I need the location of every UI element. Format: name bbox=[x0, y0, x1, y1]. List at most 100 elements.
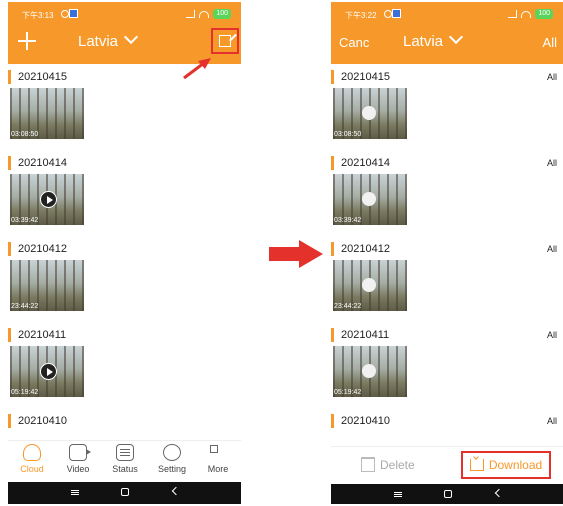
thumbnail-duration: 03:39:42 bbox=[334, 217, 362, 224]
select-checkbox[interactable] bbox=[362, 192, 376, 206]
chevron-down-icon bbox=[448, 29, 464, 45]
status-time: 下午3:22 bbox=[345, 11, 377, 20]
list-item[interactable]: 20210415 03:08:50 bbox=[8, 64, 241, 150]
battery-icon: 100 bbox=[535, 9, 553, 19]
select-all-button[interactable]: All bbox=[543, 35, 557, 50]
download-icon bbox=[469, 459, 484, 471]
nav-row: Canc Latvia All bbox=[331, 29, 563, 60]
download-button[interactable]: Download bbox=[461, 451, 551, 479]
video-thumbnail[interactable]: 05:19:42 bbox=[10, 346, 84, 397]
app-notification-icon bbox=[69, 9, 78, 18]
location-selector[interactable]: Latvia bbox=[78, 29, 139, 50]
video-thumbnail[interactable]: 03:08:50 bbox=[333, 88, 407, 139]
tab-label: More bbox=[207, 464, 229, 474]
tab-setting[interactable]: Setting bbox=[152, 444, 192, 474]
tab-label: Video bbox=[66, 464, 90, 474]
location-selector[interactable]: Latvia bbox=[403, 29, 464, 50]
tab-video[interactable]: Video bbox=[58, 444, 98, 474]
list-item[interactable]: 20210411 All 05:19:42 bbox=[331, 322, 563, 408]
thumbnail-duration: 03:39:42 bbox=[11, 217, 39, 224]
location-label: Latvia bbox=[78, 33, 119, 50]
list-item[interactable]: 20210412 23:44:22 bbox=[8, 236, 241, 322]
status-bar: 下午3:13 100 bbox=[8, 2, 241, 24]
video-thumbnail[interactable]: 03:39:42 bbox=[333, 174, 407, 225]
recording-date: 20210410 bbox=[8, 414, 67, 428]
top-bar: 下午3:13 100 Latvia bbox=[8, 2, 241, 64]
signal-icon bbox=[508, 10, 518, 18]
delete-button[interactable]: Delete bbox=[361, 457, 415, 472]
select-all-day-button[interactable]: All bbox=[547, 416, 557, 426]
recording-date: 20210411 bbox=[331, 328, 389, 342]
tab-more[interactable]: More bbox=[198, 444, 238, 474]
setting-icon bbox=[163, 444, 181, 461]
delete-label: Delete bbox=[380, 457, 415, 472]
list-item[interactable]: 20210415 All 03:08:50 bbox=[331, 64, 563, 150]
location-label: Latvia bbox=[403, 33, 444, 50]
trash-icon bbox=[361, 457, 375, 472]
menu-icon[interactable] bbox=[71, 490, 79, 491]
select-checkbox[interactable] bbox=[362, 106, 376, 120]
arrow-right-icon bbox=[269, 240, 323, 268]
system-nav-bar bbox=[331, 484, 563, 504]
recording-date: 20210414 bbox=[8, 156, 67, 170]
video-thumbnail[interactable]: 03:39:42 bbox=[10, 174, 84, 225]
select-all-day-button[interactable]: All bbox=[547, 244, 557, 254]
wifi-icon bbox=[521, 10, 532, 18]
recording-date: 20210412 bbox=[8, 242, 67, 256]
tab-label: Status bbox=[112, 464, 138, 474]
left-phone-screen: 下午3:13 100 Latvia 20210415 03:08:50 2021… bbox=[8, 2, 241, 504]
play-icon[interactable] bbox=[40, 191, 57, 208]
select-checkbox[interactable] bbox=[362, 364, 376, 378]
chevron-down-icon bbox=[123, 29, 139, 45]
status-time: 下午3:13 bbox=[22, 11, 54, 20]
top-bar: 下午3:22 100 Canc Latvia All bbox=[331, 2, 563, 64]
system-nav-bar bbox=[8, 482, 241, 504]
home-icon[interactable] bbox=[121, 488, 129, 496]
back-icon[interactable] bbox=[171, 486, 181, 496]
recording-date: 20210411 bbox=[8, 328, 66, 342]
back-icon[interactable] bbox=[494, 488, 504, 498]
tab-label: Setting bbox=[157, 464, 187, 474]
select-all-day-button[interactable]: All bbox=[547, 72, 557, 82]
alarm-icon bbox=[61, 10, 69, 18]
thumbnail-duration: 03:08:50 bbox=[11, 131, 39, 138]
play-icon[interactable] bbox=[40, 363, 57, 380]
status-icon bbox=[116, 444, 134, 461]
thumbnail-duration: 23:44:22 bbox=[334, 303, 362, 310]
add-device-button[interactable] bbox=[16, 30, 38, 52]
app-notification-icon bbox=[392, 9, 401, 18]
video-thumbnail[interactable]: 03:08:50 bbox=[10, 88, 84, 139]
tab-status[interactable]: Status bbox=[105, 444, 145, 474]
video-thumbnail[interactable]: 23:44:22 bbox=[333, 260, 407, 311]
recording-date: 20210415 bbox=[331, 70, 390, 84]
list-item[interactable]: 20210412 All 23:44:22 bbox=[331, 236, 563, 322]
home-icon[interactable] bbox=[444, 490, 452, 498]
signal-icon bbox=[186, 10, 196, 18]
select-checkbox[interactable] bbox=[362, 278, 376, 292]
status-bar: 下午3:22 100 bbox=[331, 2, 563, 24]
tab-cloud[interactable]: Cloud bbox=[12, 444, 52, 474]
edit-icon bbox=[219, 35, 231, 47]
bottom-tab-bar: Cloud Video Status Setting More bbox=[8, 440, 241, 483]
cancel-button[interactable]: Canc bbox=[339, 35, 369, 50]
select-all-day-button[interactable]: All bbox=[547, 158, 557, 168]
thumbnail-duration: 05:19:42 bbox=[334, 389, 362, 396]
edit-button[interactable] bbox=[211, 28, 239, 54]
list-item[interactable]: 20210414 All 03:39:42 bbox=[331, 150, 563, 236]
download-label: Download bbox=[488, 458, 543, 472]
status-icons: 100 bbox=[186, 9, 231, 19]
tab-label: Cloud bbox=[20, 464, 44, 474]
menu-icon[interactable] bbox=[394, 492, 402, 493]
select-all-day-button[interactable]: All bbox=[547, 330, 557, 340]
list-item[interactable]: 20210411 05:19:42 bbox=[8, 322, 241, 408]
video-thumbnail[interactable]: 23:44:22 bbox=[10, 260, 84, 311]
thumbnail-duration: 03:08:50 bbox=[334, 131, 362, 138]
recording-date: 20210410 bbox=[331, 414, 390, 428]
list-item[interactable]: 20210414 03:39:42 bbox=[8, 150, 241, 236]
video-icon bbox=[69, 444, 91, 461]
recording-date: 20210414 bbox=[331, 156, 390, 170]
video-thumbnail[interactable]: 05:19:42 bbox=[333, 346, 407, 397]
recording-date: 20210415 bbox=[8, 70, 67, 84]
recording-date: 20210412 bbox=[331, 242, 390, 256]
wifi-icon bbox=[199, 10, 210, 18]
